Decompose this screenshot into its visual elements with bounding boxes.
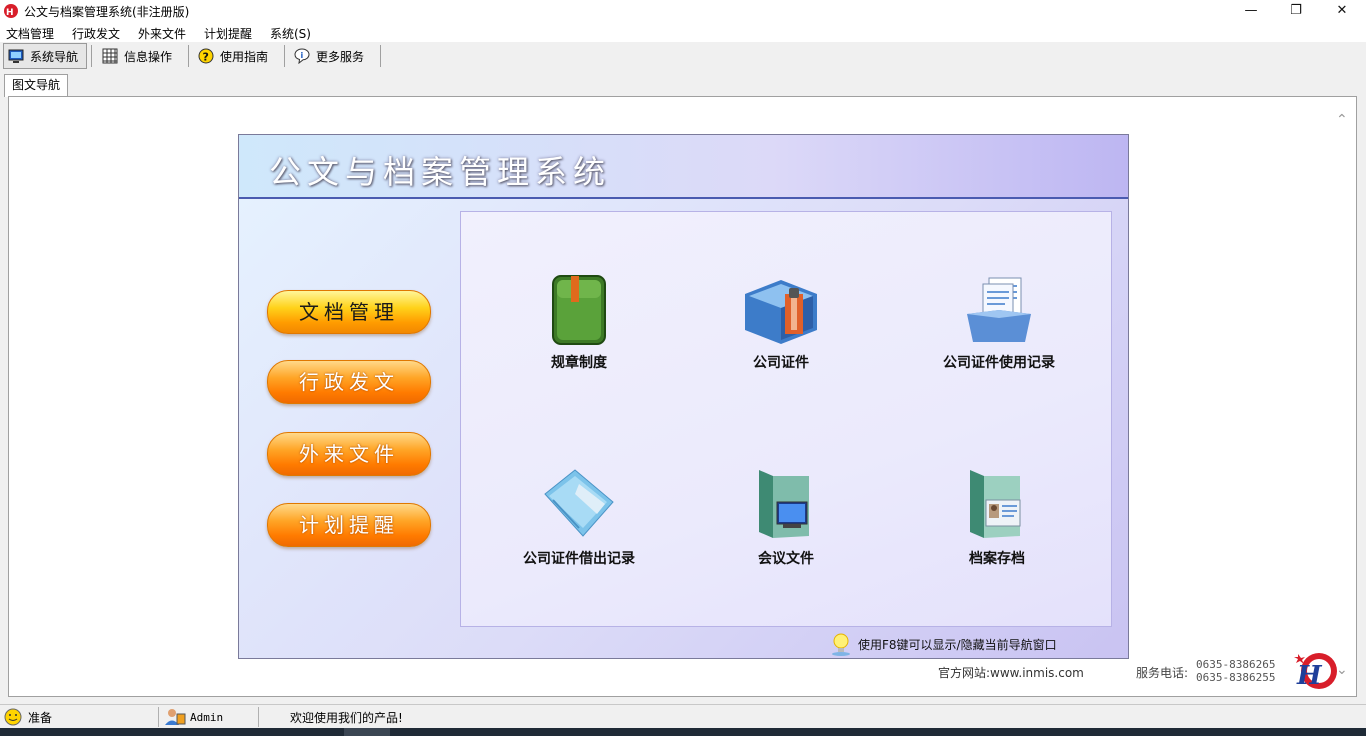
restore-button[interactable]: ❐ xyxy=(1273,0,1319,22)
folder-zipper-icon xyxy=(745,280,817,344)
monitor-icon xyxy=(8,49,24,63)
toolbar-separator xyxy=(91,45,92,67)
toolbar-system-nav-button[interactable]: 系统导航 xyxy=(3,43,87,69)
status-separator xyxy=(258,707,259,727)
taskbar-item[interactable] xyxy=(344,728,390,736)
tab-strip: 图文导航 xyxy=(0,74,1366,97)
tile-label: 公司证件 xyxy=(753,355,809,371)
os-taskbar xyxy=(0,728,1366,736)
status-message: 欢迎使用我们的产品! xyxy=(290,710,403,725)
svg-text:H: H xyxy=(1296,661,1323,691)
window-title: 公文与档案管理系统(非注册版) xyxy=(24,5,190,19)
toolbar-label: 更多服务 xyxy=(316,49,365,64)
service-phone-1: 0635-8386265 xyxy=(1196,658,1276,671)
folder-documents-icon xyxy=(967,277,1031,342)
status-message-cell: 欢迎使用我们的产品! xyxy=(290,707,403,727)
panel-header: 公文与档案管理系统 xyxy=(239,135,1128,199)
lightbulb-icon xyxy=(832,633,850,656)
toolbar-more-services-button[interactable]: i 更多服务 xyxy=(290,43,376,69)
tile-rules[interactable]: 规章制度 xyxy=(489,274,669,372)
tile-label: 公司证件借出记录 xyxy=(523,551,635,567)
status-user-cell: Admin xyxy=(164,707,223,727)
blue-folder-icon xyxy=(544,469,614,537)
toolbar-separator xyxy=(380,45,381,67)
f8-hint: 使用F8键可以显示/隐藏当前导航窗口 xyxy=(828,631,1057,657)
tile-archive-storage[interactable]: 档案存档 xyxy=(907,466,1087,568)
tile-label: 规章制度 xyxy=(551,355,607,371)
menu-system[interactable]: 系统(S) xyxy=(270,25,311,42)
svg-text:?: ? xyxy=(203,51,209,64)
monitor-folder-icon xyxy=(759,470,809,538)
menu-admin-dispatch[interactable]: 行政发文 xyxy=(72,25,120,42)
toolbar-user-guide-button[interactable]: ? 使用指南 xyxy=(194,43,280,69)
tile-meeting-files[interactable]: 会议文件 xyxy=(696,466,876,568)
status-ready-cell: 准备 xyxy=(4,707,52,727)
status-bar: 准备 Admin 欢迎使用我们的产品! xyxy=(0,704,1366,729)
svg-text:H: H xyxy=(6,8,14,18)
service-phone-label: 服务电话: xyxy=(1136,666,1189,680)
side-button-admin-dispatch[interactable]: 行政发文 xyxy=(267,360,431,404)
toolbar-separator xyxy=(284,45,285,67)
toolbar-label: 使用指南 xyxy=(220,49,269,64)
service-phone-2: 0635-8386255 xyxy=(1196,671,1276,684)
minimize-button[interactable]: — xyxy=(1228,0,1274,22)
toolbar: 系统导航 信息操作 ? 使用指南 i 更多服务 xyxy=(0,42,1366,70)
tile-certificate-usage-records[interactable]: 公司证件使用记录 xyxy=(909,274,1089,372)
menu-bar: 文档管理 行政发文 外来文件 计划提醒 系统(S) xyxy=(0,22,1366,42)
side-button-document-management[interactable]: 文档管理 xyxy=(267,290,431,334)
tile-company-certificates[interactable]: 公司证件 xyxy=(691,274,871,372)
navigation-panel: 公文与档案管理系统 文档管理 行政发文 外来文件 计划提醒 规章制度 公司证件 … xyxy=(238,134,1129,659)
menu-external-files[interactable]: 外来文件 xyxy=(138,25,186,42)
title-bar: H 公文与档案管理系统(非注册版) — ❐ ✕ xyxy=(0,0,1366,22)
svg-text:i: i xyxy=(301,51,304,60)
help-icon: ? xyxy=(198,48,214,64)
side-button-plan-reminder[interactable]: 计划提醒 xyxy=(267,503,431,547)
menu-document-management[interactable]: 文档管理 xyxy=(6,25,54,42)
status-username: Admin xyxy=(190,710,224,724)
grid-icon xyxy=(102,48,118,64)
close-button[interactable]: ✕ xyxy=(1319,0,1365,22)
toolbar-label: 信息操作 xyxy=(124,49,173,64)
contact-card-icon xyxy=(970,470,1021,538)
toolbar-info-operation-button[interactable]: 信息操作 xyxy=(98,43,184,69)
green-book-icon xyxy=(552,275,606,345)
side-button-external-files[interactable]: 外来文件 xyxy=(267,432,431,476)
status-separator xyxy=(158,707,159,727)
tile-label: 公司证件使用记录 xyxy=(943,355,1055,371)
brand-logo-icon: H xyxy=(1294,653,1337,691)
menu-plan-reminder[interactable]: 计划提醒 xyxy=(204,25,252,42)
hint-text: 使用F8键可以显示/隐藏当前导航窗口 xyxy=(858,637,1057,652)
toolbar-label: 系统导航 xyxy=(30,49,79,64)
scroll-up-icon[interactable]: ⌃ xyxy=(1336,112,1348,128)
toolbar-separator xyxy=(188,45,189,67)
tile-panel: 规章制度 公司证件 公司证件使用记录 公司证件借出记录 会议文件 档案存档 xyxy=(460,211,1112,627)
tab-graphic-navigation[interactable]: 图文导航 xyxy=(4,74,69,97)
info-icon: i xyxy=(294,48,310,64)
app-logo-icon: H xyxy=(4,4,18,18)
tile-label: 会议文件 xyxy=(758,551,814,567)
smiley-icon xyxy=(4,708,22,726)
status-ready-text: 准备 xyxy=(28,710,53,725)
official-website: 官方网站:www.inmis.com xyxy=(938,666,1084,680)
tile-certificate-lending-records[interactable]: 公司证件借出记录 xyxy=(489,466,669,568)
panel-title: 公文与档案管理系统 xyxy=(269,153,612,191)
tile-label: 档案存档 xyxy=(969,551,1025,567)
user-icon xyxy=(165,709,186,725)
